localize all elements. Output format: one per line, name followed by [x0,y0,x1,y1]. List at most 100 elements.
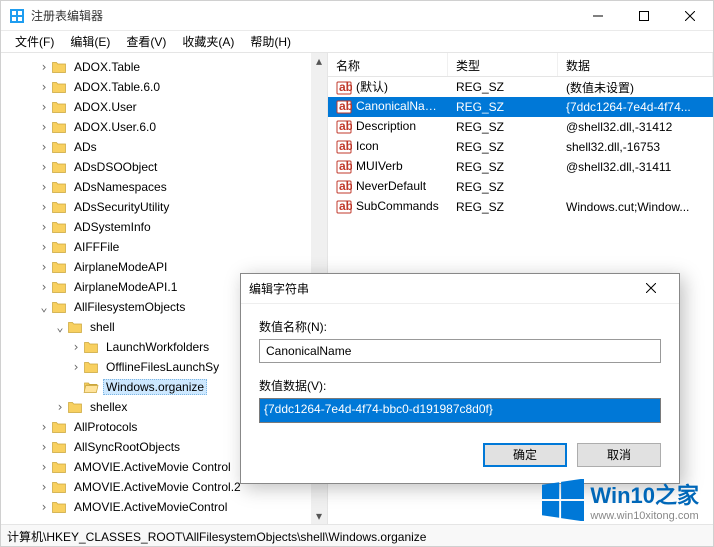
tree-item[interactable]: ›AIFFFile [5,237,327,257]
tree-twisty-icon[interactable]: › [37,180,51,194]
string-value-icon [336,80,352,96]
edit-string-dialog: 编辑字符串 数值名称(N): 数值数据(V): {7ddc1264-7e4d-4… [240,273,680,484]
value-name-cell: MUIVerb [328,157,448,177]
list-row[interactable]: (默认)REG_SZ(数值未设置) [328,77,713,97]
list-body[interactable]: (默认)REG_SZ(数值未设置)CanonicalNameREG_SZ{7dd… [328,77,713,217]
value-type-cell: REG_SZ [448,198,558,216]
folder-icon [51,119,67,135]
tree-twisty-icon[interactable]: › [37,420,51,434]
folder-icon [51,179,67,195]
tree-twisty-icon[interactable]: › [37,200,51,214]
folder-icon [83,339,99,355]
tree-item-label: ADsSecurityUtility [71,199,172,215]
tree-twisty-icon[interactable]: › [37,80,51,94]
string-value-icon [336,199,352,215]
value-data-cell: {7ddc1264-7e4d-4f74... [558,98,713,116]
tree-twisty-icon[interactable]: › [69,360,83,374]
tree-twisty-icon[interactable]: › [53,400,67,414]
tree-twisty-icon[interactable]: › [37,460,51,474]
tree-twisty-icon[interactable]: › [37,100,51,114]
list-row[interactable]: MUIVerbREG_SZ@shell32.dll,-31411 [328,157,713,177]
folder-icon [51,99,67,115]
tree-item-label: shellex [87,399,130,415]
folder-icon [51,419,67,435]
tree-item[interactable]: ›ADOX.User.6.0 [5,117,327,137]
list-row[interactable]: SubCommandsREG_SZWindows.cut;Window... [328,197,713,217]
value-type-cell: REG_SZ [448,178,558,196]
minimize-button[interactable] [575,1,621,31]
tree-twisty-icon[interactable]: › [37,260,51,274]
tree-twisty-icon[interactable]: › [37,280,51,294]
value-data-cell: @shell32.dll,-31411 [558,158,713,176]
tree-twisty-icon[interactable]: ⌄ [53,320,67,334]
close-button[interactable] [667,1,713,31]
list-row[interactable]: IconREG_SZshell32.dll,-16753 [328,137,713,157]
tree-item-label: LaunchWorkfolders [103,339,212,355]
list-row[interactable]: CanonicalNameREG_SZ{7ddc1264-7e4d-4f74..… [328,97,713,117]
scroll-down-icon[interactable]: ▾ [311,508,327,524]
tree-item[interactable]: ›ADOX.User [5,97,327,117]
value-data-cell: Windows.cut;Window... [558,198,713,216]
menu-view[interactable]: 查看(V) [118,31,174,52]
tree-item[interactable]: ›ADSystemInfo [5,217,327,237]
menu-favorites[interactable]: 收藏夹(A) [174,31,242,52]
folder-icon [67,319,83,335]
menu-help[interactable]: 帮助(H) [242,31,299,52]
value-type-cell: REG_SZ [448,98,558,116]
value-name-cell: NeverDefault [328,177,448,197]
tree-twisty-icon[interactable]: › [37,240,51,254]
tree-twisty-icon[interactable]: › [37,500,51,514]
tree-item[interactable]: ›ADsDSOObject [5,157,327,177]
menu-file[interactable]: 文件(F) [7,31,62,52]
tree-item[interactable]: ›ADOX.Table.6.0 [5,77,327,97]
value-name-cell: CanonicalName [328,97,448,117]
value-data-input[interactable]: {7ddc1264-7e4d-4f74-bbc0-d191987c8d0f} [259,398,661,423]
value-type-cell: REG_SZ [448,118,558,136]
tree-twisty-icon[interactable]: ⌄ [37,300,51,314]
tree-item[interactable]: ›ADs [5,137,327,157]
col-type[interactable]: 类型 [448,53,558,76]
tree-item-label: AMOVIE.ActiveMovie Control [71,459,234,475]
folder-icon [51,79,67,95]
dialog-titlebar[interactable]: 编辑字符串 [241,274,679,304]
folder-icon [51,139,67,155]
tree-item[interactable]: › ADOX.Table [5,57,327,77]
tree-twisty-icon[interactable]: › [37,480,51,494]
list-row[interactable]: DescriptionREG_SZ@shell32.dll,-31412 [328,117,713,137]
tree-item-label: AMOVIE.ActiveMovieControl [71,499,230,515]
folder-icon [51,219,67,235]
value-name-cell: (默认) [328,76,448,98]
col-data[interactable]: 数据 [558,53,713,76]
value-name-input[interactable] [259,339,661,363]
ok-button[interactable]: 确定 [483,443,567,467]
folder-icon [51,299,67,315]
tree-twisty-icon[interactable]: › [37,440,51,454]
string-value-icon [336,159,352,175]
tree-twisty-icon[interactable]: › [37,160,51,174]
tree-item-label: ADOX.Table [71,59,143,75]
tree-twisty-icon[interactable]: › [37,120,51,134]
watermark-name: Win10之家 [590,478,699,510]
scroll-up-icon[interactable]: ▴ [311,53,327,69]
folder-icon [51,439,67,455]
col-name[interactable]: 名称 [328,53,448,76]
maximize-button[interactable] [621,1,667,31]
dialog-close-button[interactable] [631,282,671,296]
tree-twisty-icon[interactable]: › [69,340,83,354]
tree-twisty-icon[interactable]: › [37,220,51,234]
tree-twisty-icon[interactable]: › [37,60,51,74]
value-name-cell: Description [328,117,448,137]
tree-item[interactable]: › ADsSecurityUtility [5,197,327,217]
tree-item-label: AirplaneModeAPI.1 [71,279,180,295]
list-row[interactable]: NeverDefaultREG_SZ [328,177,713,197]
cancel-button[interactable]: 取消 [577,443,661,467]
tree-item[interactable]: › AMOVIE.ActiveMovieControl [5,497,327,517]
dialog-title: 编辑字符串 [249,280,309,297]
string-value-icon [336,119,352,135]
list-header[interactable]: 名称 类型 数据 [328,53,713,77]
tree-twisty-icon[interactable]: › [37,140,51,154]
folder-icon [51,199,67,215]
tree-item[interactable]: ›ADsNamespaces [5,177,327,197]
watermark-url: www.win10xitong.com [590,510,699,522]
menu-edit[interactable]: 编辑(E) [62,31,118,52]
